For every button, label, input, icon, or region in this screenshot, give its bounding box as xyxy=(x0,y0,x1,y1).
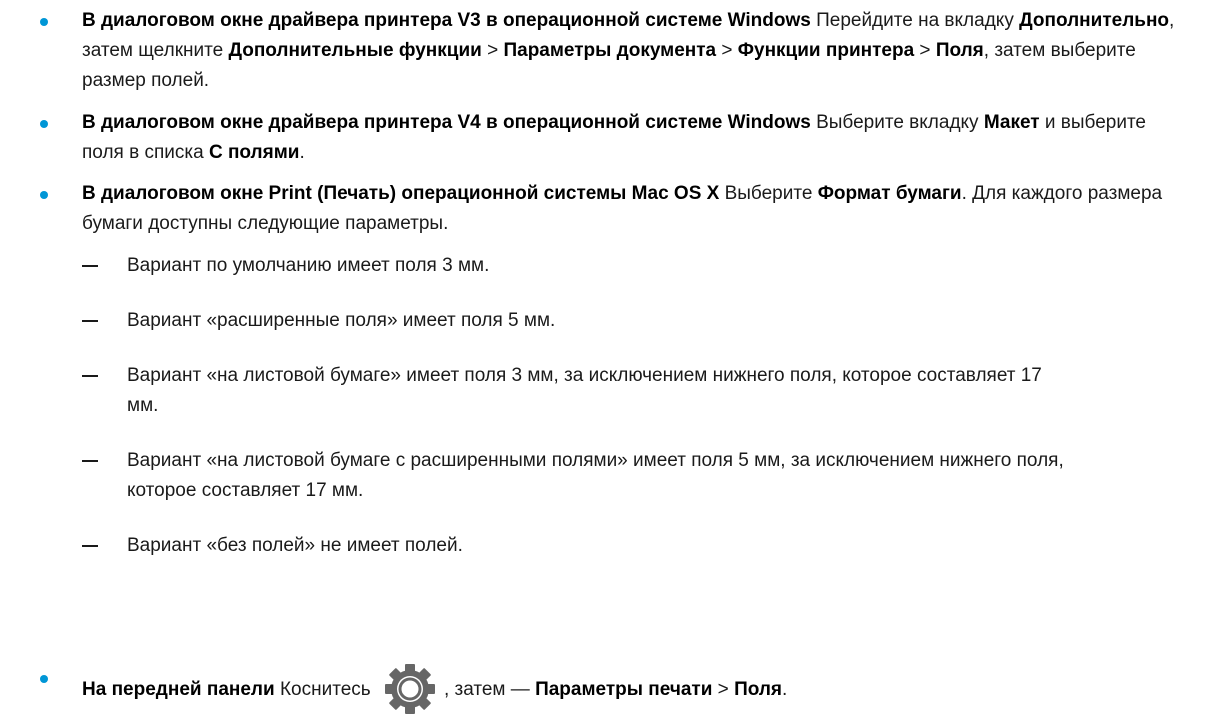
text-run: Выберите xyxy=(719,183,818,204)
bullet-text: В диалоговом окне Print (Печать) операци… xyxy=(82,179,1192,239)
sub-item-text: Вариант «на листовой бумаге с расширенны… xyxy=(127,450,1064,501)
sub-dash xyxy=(82,545,98,547)
text-run: . xyxy=(299,142,305,163)
menu-margins: Поля xyxy=(734,679,783,700)
bullet-text: В диалоговом окне драйвера принтера V4 в… xyxy=(82,108,1192,168)
text-run: Перейдите на вкладку xyxy=(810,10,1020,31)
text-run: > xyxy=(481,40,504,61)
bold-run: С полями xyxy=(208,142,300,163)
sub-dash xyxy=(82,460,98,462)
bullet-text: В диалоговом окне драйвера принтера V3 в… xyxy=(82,6,1192,96)
touch-text: Коснитесь xyxy=(274,679,376,700)
settings-gear-icon[interactable] xyxy=(378,663,442,715)
sub-item-text: Вариант «расширенные поля» имеет поля 5 … xyxy=(127,310,556,331)
front-panel-lead: На передней панели xyxy=(82,679,275,700)
bold-run: Дополнительно xyxy=(1019,10,1170,31)
bullet-dot xyxy=(40,191,48,199)
bold-run: В диалоговом окне драйвера принтера V4 в… xyxy=(82,112,811,133)
sub-dash xyxy=(82,375,98,377)
bold-run: Параметры документа xyxy=(503,40,717,61)
end-punct: . xyxy=(782,679,788,700)
bold-run: Функции принтера xyxy=(737,40,915,61)
text-run: > xyxy=(914,40,936,61)
sub-dash xyxy=(82,265,98,267)
bold-run: Формат бумаги xyxy=(817,183,962,204)
path-separator: > xyxy=(712,679,735,700)
sub-item-text: Вариант по умолчанию имеет поля 3 мм. xyxy=(127,255,490,276)
sub-dash xyxy=(82,320,98,322)
sub-item-text: Вариант «без полей» не имеет полей. xyxy=(127,535,463,556)
bullet-dot xyxy=(40,120,48,128)
bold-run: Дополнительные функции xyxy=(228,40,482,61)
menu-print-settings: Параметры печати xyxy=(535,679,713,700)
bold-run: Макет xyxy=(983,112,1040,133)
then-text: , затем — xyxy=(443,679,536,700)
bullet-text: На передней панели Коснитесь , затем — П… xyxy=(82,663,1192,715)
sub-item-text: Вариант «на листовой бумаге» имеет поля … xyxy=(127,365,1042,416)
bold-run: В диалоговом окне драйвера принтера V3 в… xyxy=(82,10,811,31)
text-run: > xyxy=(716,40,738,61)
bullet-dot xyxy=(40,675,48,683)
text-run: Выберите вкладку xyxy=(810,112,984,133)
bold-run: Поля xyxy=(935,40,984,61)
bullet-dot xyxy=(40,18,48,26)
bold-run: В диалоговом окне Print (Печать) операци… xyxy=(82,183,720,204)
